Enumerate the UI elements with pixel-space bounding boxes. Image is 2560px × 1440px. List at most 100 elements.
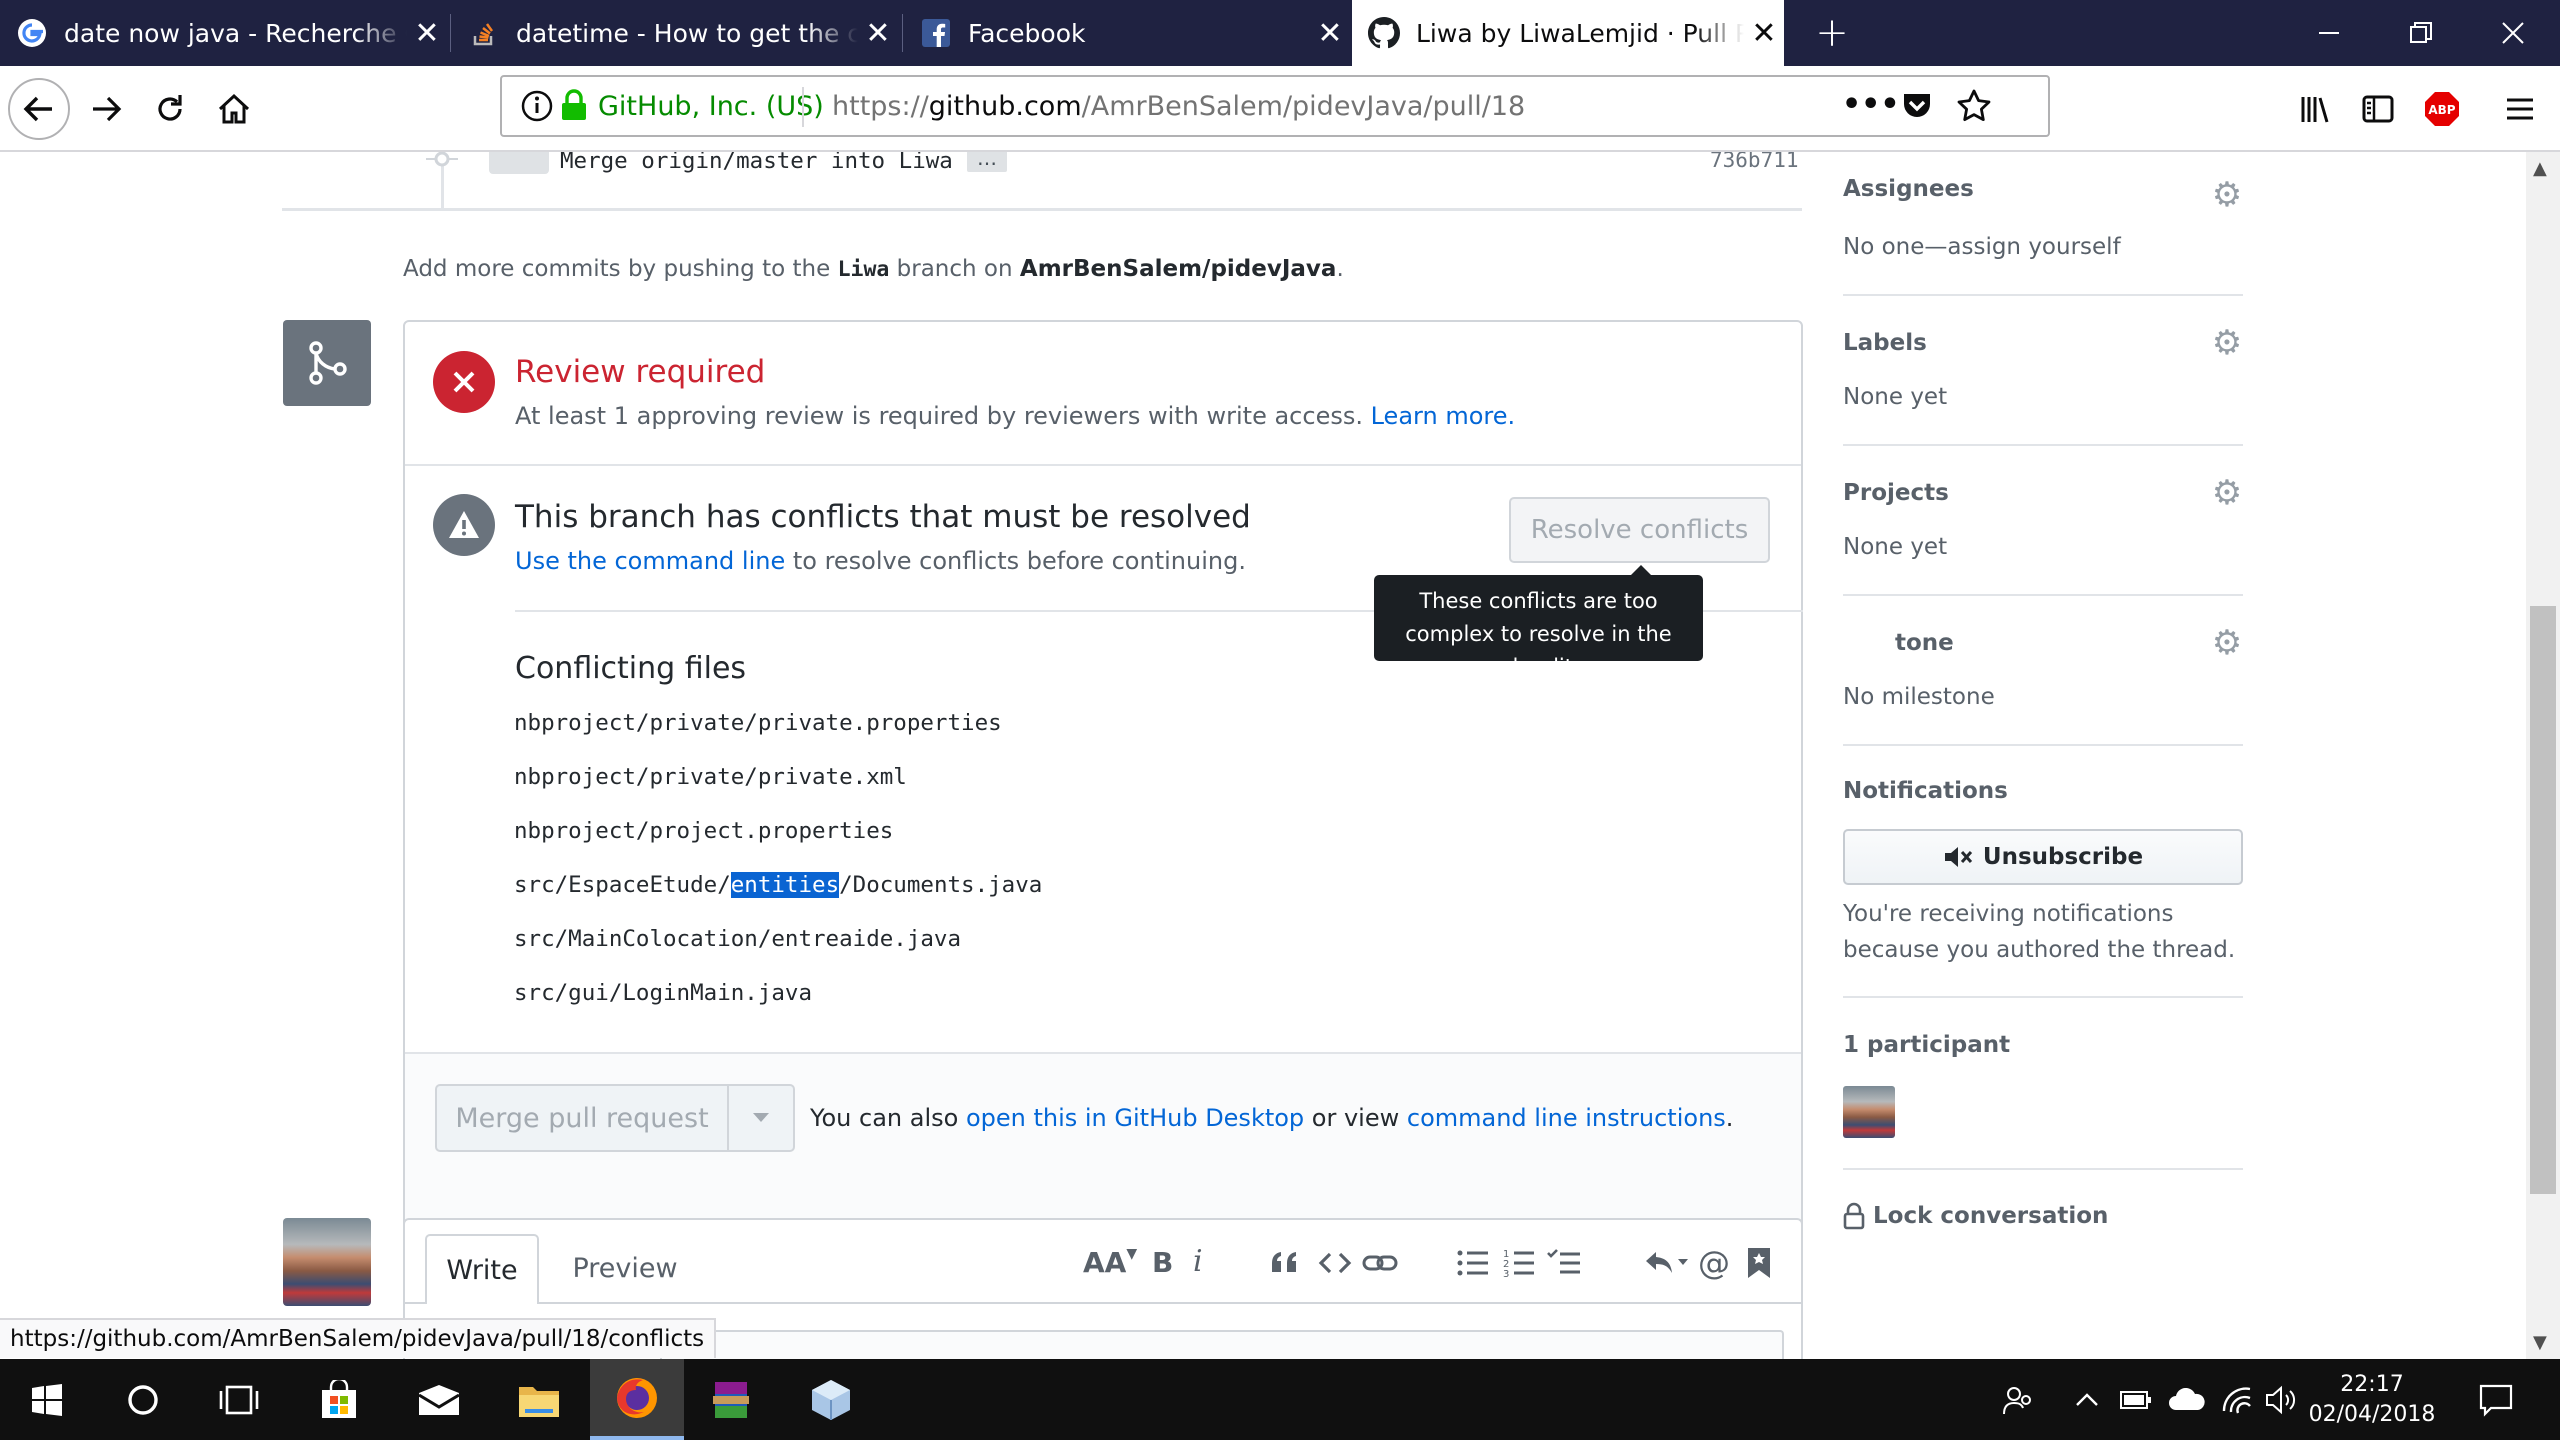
command-line-instructions-link[interactable]: command line instructions: [1407, 1104, 1726, 1132]
clock-time: 22:17: [2340, 1371, 2404, 1397]
file-path-part: /Documents.java: [839, 872, 1043, 898]
onedrive-icon[interactable]: [2166, 1359, 2208, 1440]
info-icon[interactable]: [520, 89, 554, 127]
gear-icon[interactable]: ⚙: [2210, 626, 2244, 660]
reply-icon[interactable]: [1644, 1246, 1690, 1284]
wifi-icon[interactable]: [2218, 1359, 2256, 1440]
browser-tab[interactable]: Facebook ✕: [904, 0, 1350, 66]
mail-icon[interactable]: [394, 1359, 484, 1440]
browser-tab[interactable]: datetime - How to get the current date ✕: [452, 0, 898, 66]
battery-icon[interactable]: [2118, 1359, 2154, 1440]
browser-tab-active[interactable]: Liwa by LiwaLemjid · Pull Request ✕: [1352, 0, 1784, 66]
winrar-icon[interactable]: [686, 1359, 776, 1440]
merge-options-dropdown-icon[interactable]: [729, 1086, 793, 1150]
file-explorer-icon[interactable]: [494, 1359, 584, 1440]
close-tab-icon[interactable]: ✕: [407, 16, 447, 51]
mention-icon[interactable]: @: [1698, 1244, 1730, 1282]
close-tab-icon[interactable]: ✕: [1310, 16, 1350, 51]
site-identity[interactable]: GitHub, Inc. (US): [598, 91, 824, 122]
merge-pull-request-button[interactable]: Merge pull request: [437, 1086, 729, 1150]
pocket-icon[interactable]: [1900, 89, 1934, 127]
virtualbox-icon[interactable]: [786, 1359, 876, 1440]
link-icon[interactable]: [1362, 1246, 1398, 1284]
review-status-title: Review required: [515, 354, 766, 390]
lock-conversation-link[interactable]: Lock conversation: [1843, 1202, 2108, 1230]
menu-icon[interactable]: [2490, 80, 2550, 138]
saved-reply-icon[interactable]: [1746, 1246, 1772, 1284]
scroll-down-icon[interactable]: ▼: [2533, 1332, 2547, 1353]
merge-button-group: Merge pull request: [435, 1084, 795, 1152]
scrollbar-thumb[interactable]: [2530, 606, 2556, 1194]
bookmark-star-icon[interactable]: [1956, 88, 1992, 128]
resolve-conflicts-button[interactable]: Resolve conflicts: [1509, 497, 1770, 563]
commit-message[interactable]: Merge origin/master into Liwa: [560, 152, 953, 174]
projects-label[interactable]: Projects: [1843, 480, 1949, 506]
unsubscribe-button[interactable]: Unsubscribe: [1843, 829, 2243, 885]
bold-button[interactable]: B: [1152, 1246, 1173, 1279]
action-center-icon[interactable]: [2466, 1359, 2526, 1440]
tab-write[interactable]: Write: [425, 1234, 539, 1304]
assignees-value[interactable]: No one—assign yourself: [1843, 234, 2121, 260]
minimize-icon[interactable]: [2284, 0, 2374, 66]
clock[interactable]: 22:17 02/04/2018: [2309, 1359, 2436, 1440]
show-hidden-icons-icon[interactable]: [2070, 1359, 2104, 1440]
close-tab-icon[interactable]: ✕: [858, 16, 898, 51]
labels-label[interactable]: Labels: [1843, 330, 1927, 356]
adblock-plus-icon[interactable]: ABP: [2412, 80, 2472, 138]
cortana-icon[interactable]: [98, 1359, 188, 1440]
forward-icon[interactable]: [76, 80, 136, 138]
windows-start-icon[interactable]: [2, 1359, 92, 1440]
notifications-reason: You're receiving notifications because y…: [1843, 901, 2236, 963]
merge-alt-text: You can also: [810, 1104, 966, 1132]
quote-icon[interactable]: [1268, 1246, 1302, 1284]
scroll-up-icon[interactable]: ▲: [2533, 158, 2547, 179]
commit-sha[interactable]: 736b711: [1710, 152, 1799, 172]
header-text-button[interactable]: AA▼: [1083, 1246, 1137, 1279]
url-bar[interactable]: GitHub, Inc. (US) https://github.com/Amr…: [500, 75, 2050, 137]
italic-button[interactable]: i: [1193, 1244, 1203, 1279]
conflicting-file: nbproject/project.properties: [514, 818, 894, 844]
volume-icon[interactable]: [2262, 1359, 2302, 1440]
close-tab-icon[interactable]: ✕: [1744, 16, 1784, 51]
avatar[interactable]: [283, 1218, 371, 1306]
home-icon[interactable]: [204, 80, 264, 138]
divider: [802, 87, 804, 127]
browser-tab[interactable]: date now java - Recherche Google ✕: [0, 0, 447, 66]
github-desktop-link[interactable]: open this in GitHub Desktop: [966, 1104, 1304, 1132]
tab-preview[interactable]: Preview: [560, 1234, 690, 1302]
participant-avatar[interactable]: [1843, 1086, 1895, 1138]
milestone-label[interactable]: tone: [1895, 630, 1954, 656]
vertical-scrollbar[interactable]: ▲ ▼: [2526, 152, 2560, 1359]
people-icon[interactable]: [1998, 1359, 2038, 1440]
lock-icon: [1843, 1202, 1865, 1230]
command-line-link[interactable]: Use the command line: [515, 547, 785, 575]
task-view-icon[interactable]: [194, 1359, 284, 1440]
ordered-list-icon[interactable]: 123: [1502, 1246, 1536, 1284]
gear-icon[interactable]: ⚙: [2210, 178, 2244, 212]
page-actions-icon[interactable]: •••: [1842, 87, 1900, 122]
google-icon: [16, 17, 48, 49]
url-text[interactable]: https://github.com/AmrBenSalem/pidevJava…: [832, 91, 1525, 122]
library-icon[interactable]: [2286, 80, 2346, 138]
avatar[interactable]: [489, 152, 549, 174]
back-icon[interactable]: [8, 78, 70, 140]
task-list-icon[interactable]: [1546, 1246, 1582, 1284]
tooltip-arrow: [1630, 565, 1652, 576]
sidebar-icon[interactable]: [2348, 80, 2408, 138]
gear-icon[interactable]: ⚙: [2210, 476, 2244, 510]
svg-text:3: 3: [1503, 1269, 1509, 1280]
close-window-icon[interactable]: [2468, 0, 2558, 66]
learn-more-link[interactable]: Learn more.: [1371, 402, 1516, 430]
url-host: github.com: [928, 91, 1082, 122]
reload-icon[interactable]: [140, 80, 200, 138]
restore-icon[interactable]: [2376, 0, 2466, 66]
microsoft-store-icon[interactable]: [294, 1359, 384, 1440]
code-icon[interactable]: [1318, 1246, 1352, 1284]
unordered-list-icon[interactable]: [1456, 1246, 1490, 1284]
gear-icon[interactable]: ⚙: [2210, 326, 2244, 360]
comment-textarea[interactable]: [660, 1330, 1784, 1359]
expand-commit-button[interactable]: …: [967, 152, 1007, 172]
firefox-icon[interactable]: [590, 1359, 684, 1440]
new-tab-icon[interactable]: +: [1786, 0, 1878, 66]
assignees-label[interactable]: Assignees: [1843, 176, 1974, 202]
